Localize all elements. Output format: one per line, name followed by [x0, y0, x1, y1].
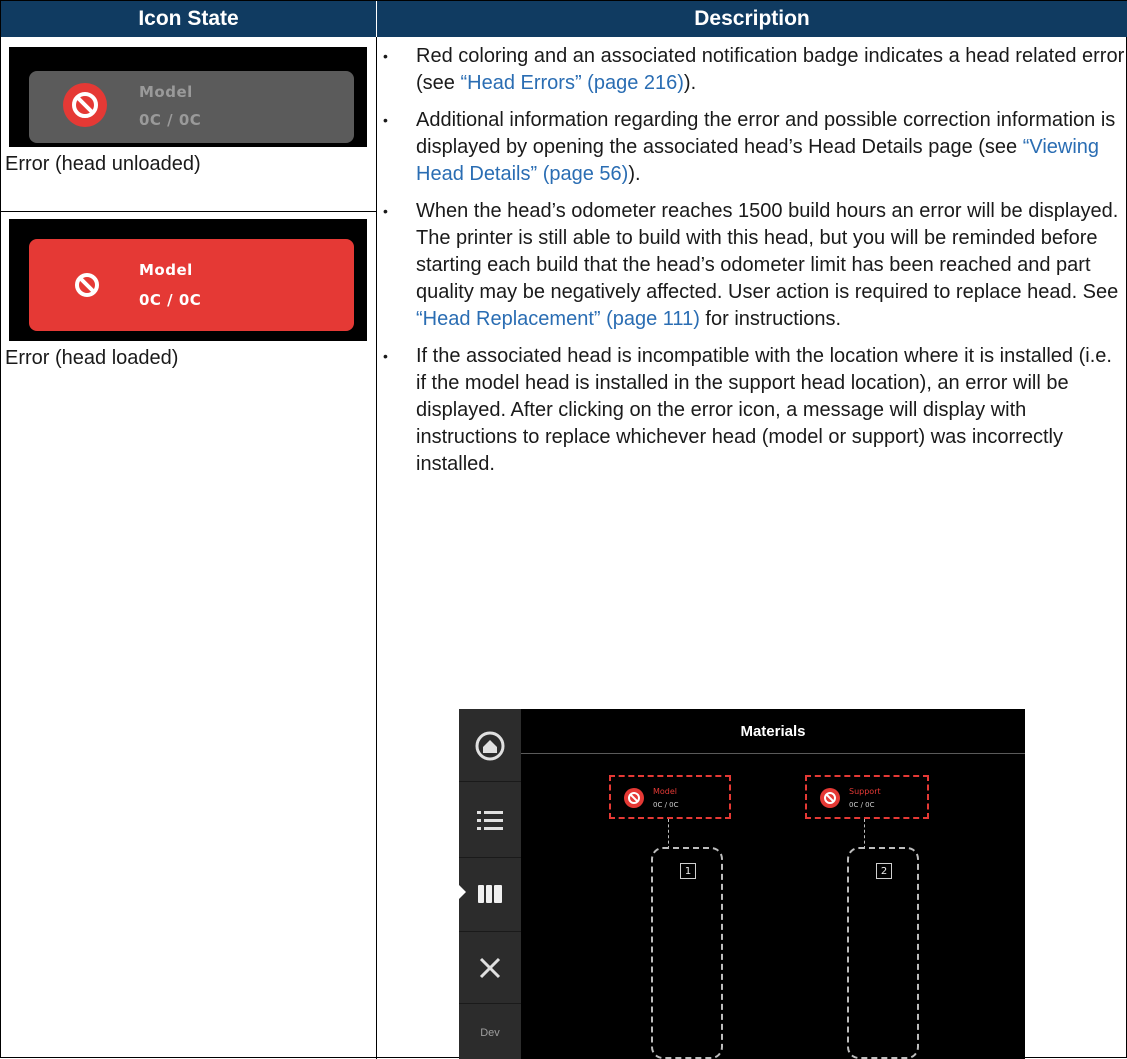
material-bay-2[interactable]: 2: [847, 847, 919, 1059]
bullet-text: Additional information regarding the err…: [416, 109, 1116, 158]
materials-screenshot: Dev Materials Model 0C / 0C 1 Support 0C…: [459, 709, 1025, 1059]
tools-icon[interactable]: [475, 953, 505, 983]
bullet-text-end: ).: [683, 72, 697, 94]
materials-icon[interactable]: [475, 879, 505, 909]
description-list: • Red coloring and an associated notific…: [381, 43, 1126, 488]
bullet-icon: •: [383, 48, 388, 64]
head-tile-unloaded: Model 0C / 0C: [29, 71, 354, 143]
head-label: Model: [139, 83, 193, 101]
icon-state-table: Icon State Description Model 0C / 0C Err…: [0, 0, 1127, 1059]
head-temp: 0C / 0C: [139, 111, 202, 129]
bullet-text-end: ).: [628, 163, 641, 185]
sidebar-divider: [459, 1003, 521, 1004]
link-head-replacement[interactable]: “Head Replacement” (page 111): [416, 308, 700, 330]
prohibited-icon: [63, 83, 107, 127]
prohibited-icon: [623, 787, 645, 809]
head-label: Support: [849, 787, 881, 796]
bullet-item: • If the associated head is incompatible…: [381, 343, 1126, 478]
bullet-item: • Red coloring and an associated notific…: [381, 43, 1126, 97]
model-head-error[interactable]: Model 0C / 0C: [609, 775, 731, 819]
bullet-icon: •: [383, 348, 388, 364]
bay-number: 2: [876, 863, 892, 879]
bullet-icon: •: [383, 203, 388, 219]
sidebar: Dev: [459, 709, 521, 1059]
head-tile-loaded: Model 0C / 0C: [29, 239, 354, 331]
prohibited-icon: [819, 787, 841, 809]
row-divider: [1, 211, 376, 212]
materials-title: Materials: [521, 709, 1025, 754]
bullet-item: • When the head’s odometer reaches 1500 …: [381, 198, 1126, 333]
material-bay-1[interactable]: 1: [651, 847, 723, 1059]
support-head-error[interactable]: Support 0C / 0C: [805, 775, 929, 819]
header-description: Description: [377, 1, 1127, 37]
home-icon[interactable]: [473, 729, 507, 763]
caption-head-unloaded: Error (head unloaded): [5, 153, 201, 175]
list-icon[interactable]: [475, 806, 505, 836]
icon-error-loaded-frame: Model 0C / 0C: [9, 219, 367, 341]
dev-button[interactable]: Dev: [459, 1027, 521, 1039]
sidebar-divider: [459, 857, 521, 858]
icon-error-unloaded-frame: Model 0C / 0C: [9, 47, 367, 147]
link-head-errors[interactable]: “Head Errors” (page 216): [460, 72, 683, 94]
head-label: Model: [139, 261, 193, 279]
sidebar-divider: [459, 931, 521, 932]
header-icon-state: Icon State: [1, 1, 376, 37]
bullet-text-end: for instructions.: [699, 308, 842, 330]
caption-head-loaded: Error (head loaded): [5, 347, 179, 369]
connector-line: [864, 819, 865, 849]
bullet-item: • Additional information regarding the e…: [381, 107, 1126, 188]
selected-indicator: [459, 885, 466, 899]
bullet-icon: •: [383, 112, 388, 128]
column-divider: [376, 37, 377, 1059]
head-temp: 0C / 0C: [653, 801, 679, 809]
bullet-text: If the associated head is incompatible w…: [416, 345, 1112, 475]
head-label: Model: [653, 787, 678, 796]
connector-line: [668, 819, 669, 849]
sidebar-divider: [459, 781, 521, 782]
bullet-text: When the head’s odometer reaches 1500 bu…: [416, 200, 1119, 303]
head-temp: 0C / 0C: [139, 291, 202, 309]
prohibited-icon: [67, 265, 107, 305]
bay-number: 1: [680, 863, 696, 879]
head-temp: 0C / 0C: [849, 801, 875, 809]
